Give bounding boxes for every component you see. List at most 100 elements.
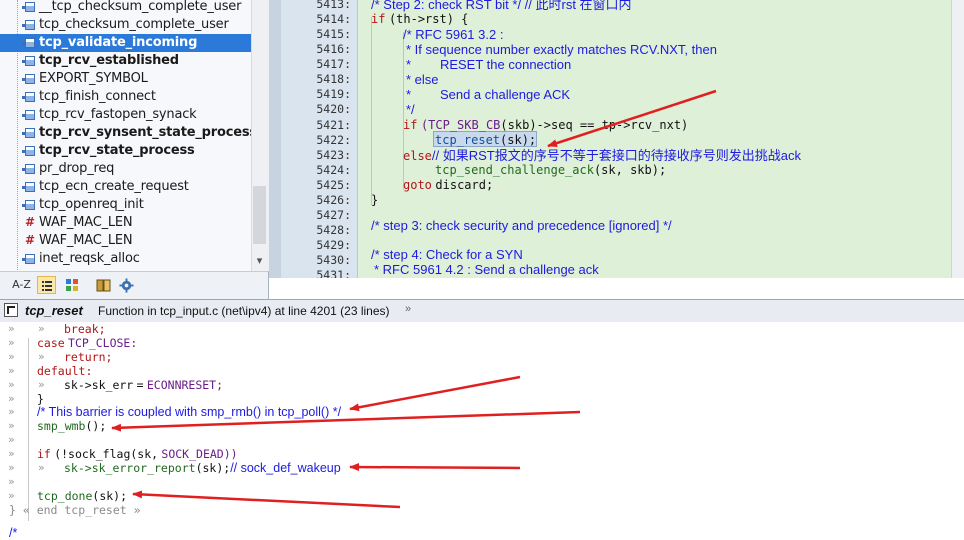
ref-line: /* [0,526,964,540]
indent-marker-icon: » [8,350,15,363]
symbol-item[interactable]: # WAF_MAC_LEN [0,214,252,232]
symbol-item[interactable]: tcp_checksum_complete_user [0,16,252,34]
scrollbar-thumb[interactable] [253,186,266,244]
code-text: (sk, skb); [593,163,667,177]
function-icon [22,110,35,120]
settings-button[interactable] [117,276,136,294]
macro: SOCK_DEAD)) [161,447,238,461]
category-view-button[interactable] [62,276,81,294]
indent-marker-icon: » [38,378,45,391]
macro-icon: # [25,215,36,229]
line-number: 5421: [316,118,351,132]
symbol-item[interactable]: tcp_rcv_state_process [0,142,252,160]
symbol-label: tcp_rcv_fastopen_synack [39,107,197,122]
function-icon [22,20,35,30]
editor-scrollbar[interactable] [951,0,964,278]
function-call[interactable]: tcp_done [37,489,92,503]
line-number: 5430: [316,253,351,267]
indent-marker-icon: » [8,447,15,460]
keyword: if [403,118,418,132]
ref-line: » tcp_done(sk); [0,489,964,503]
line-number: 5426: [316,193,351,207]
ref-line: »} [0,392,964,406]
function-icon [22,200,35,210]
function-call[interactable]: tcp_send_challenge_ack [435,163,594,177]
context-window[interactable]: »» break; » case TCP_CLOSE: »» return; » def… [0,322,964,540]
symbol-list[interactable]: __tcp_checksum_complete_user tcp_checksu… [0,0,269,271]
list-view-button[interactable] [37,276,56,294]
symbol-item[interactable]: tcp_openreq_init [0,196,252,214]
symbol-item[interactable]: __tcp_checksum_complete_user [0,0,252,16]
source-editor[interactable]: 5413: 5414: 5415: 5416: 5417: 5418: 5419… [269,0,964,278]
gear-icon [119,278,134,293]
comment: * Send a challenge ACK [406,87,571,102]
keyword: default: [37,364,93,378]
symbol-label: pr_drop_req [39,161,115,176]
category-icon [65,279,78,291]
function-call[interactable]: smp_wmb [37,419,85,433]
symbol-item[interactable]: # WAF_MAC_LEN [0,232,252,250]
ref-line: » /* This barrier is coupled with smp_rmb… [0,405,964,419]
code-line: */ [406,102,415,118]
context-window-header: tcp_reset Function in tcp_input.c (net\i… [0,299,964,323]
symbol-label: inet_reqsk_alloc [39,251,140,266]
code-text: (th->rst) { [388,12,469,26]
comment: * If sequence number exactly matches RCV… [406,42,717,57]
indent-marker-icon: » [8,475,15,488]
code-line: tcp_send_challenge_ack(sk, skb); [435,163,666,178]
symbol-label: tcp_ecn_create_request [39,179,189,194]
symbol-item[interactable]: EXPORT_SYMBOL [0,70,252,88]
indent-marker-icon: » [8,378,15,391]
symbol-label: EXPORT_SYMBOL [39,71,148,86]
symbol-item[interactable]: tcp_ecn_create_request [0,178,252,196]
expand-icon[interactable]: » [405,303,411,315]
symbol-item[interactable]: tcp_rcv_established [0,52,252,70]
comment: * else [406,72,439,87]
keyword: else [403,149,432,163]
symbol-label: WAF_MAC_LEN [39,233,133,248]
function-call[interactable]: sk->sk_error_report [64,461,196,475]
symbol-item[interactable]: pr_drop_req [0,160,252,178]
symbol-item-selected[interactable]: tcp_validate_incoming [0,34,252,52]
symbol-item[interactable]: tcp_rcv_fastopen_synack [0,106,252,124]
symbol-item[interactable]: inet_reqsk_alloc [0,250,252,268]
indent-marker-icon: » [8,489,15,502]
indent-marker-icon: » [8,405,15,418]
ref-line: » case TCP_CLOSE: [0,336,964,350]
sort-alpha-button[interactable]: A-Z [12,276,31,294]
list-icon [41,281,52,291]
function-icon [22,254,35,264]
line-number: 5420: [316,102,351,116]
symbol-item[interactable]: tcp_finish_connect [0,88,252,106]
scroll-down-icon[interactable]: ▾ [251,253,268,270]
keyword: return; [64,350,113,364]
function-icon [22,56,35,66]
symbol-label: tcp_validate_incoming [39,35,198,50]
block-guide [403,32,404,190]
symbol-item[interactable]: tcp_rcv_synsent_state_process [0,124,257,142]
keyword: case [37,336,65,350]
function-call[interactable]: tcp_reset [435,133,500,147]
ref-line: » default: [0,364,964,378]
code-text: (); [85,419,107,433]
line-number: 5416: [316,42,351,56]
symbol-label: tcp_finish_connect [39,89,156,104]
block-guide [371,17,372,205]
line-number: 5429: [316,238,351,252]
comment: * RESET the connection [406,57,572,72]
indent-marker-icon: » [8,433,15,446]
code-line: * RFC 5961 4.2 : Send a challenge ack [374,262,599,278]
keyword: if [371,12,386,26]
code-line[interactable]: tcp_reset(sk); [435,133,536,148]
book-button[interactable] [94,276,113,294]
indent-marker-icon: » [8,461,15,474]
code-line: /* step 4: Check for a SYN [371,247,523,263]
code-line: * else [406,72,439,88]
code-text: discard; [435,178,494,192]
indent-marker-icon: » [38,322,45,335]
line-number: 5422: [316,133,351,147]
symbol-label: WAF_MAC_LEN [39,215,133,230]
context-symbol-name[interactable]: tcp_reset [25,303,83,318]
ref-line: » smp_wmb(); [0,419,964,433]
indent-marker-icon: » [8,419,15,432]
